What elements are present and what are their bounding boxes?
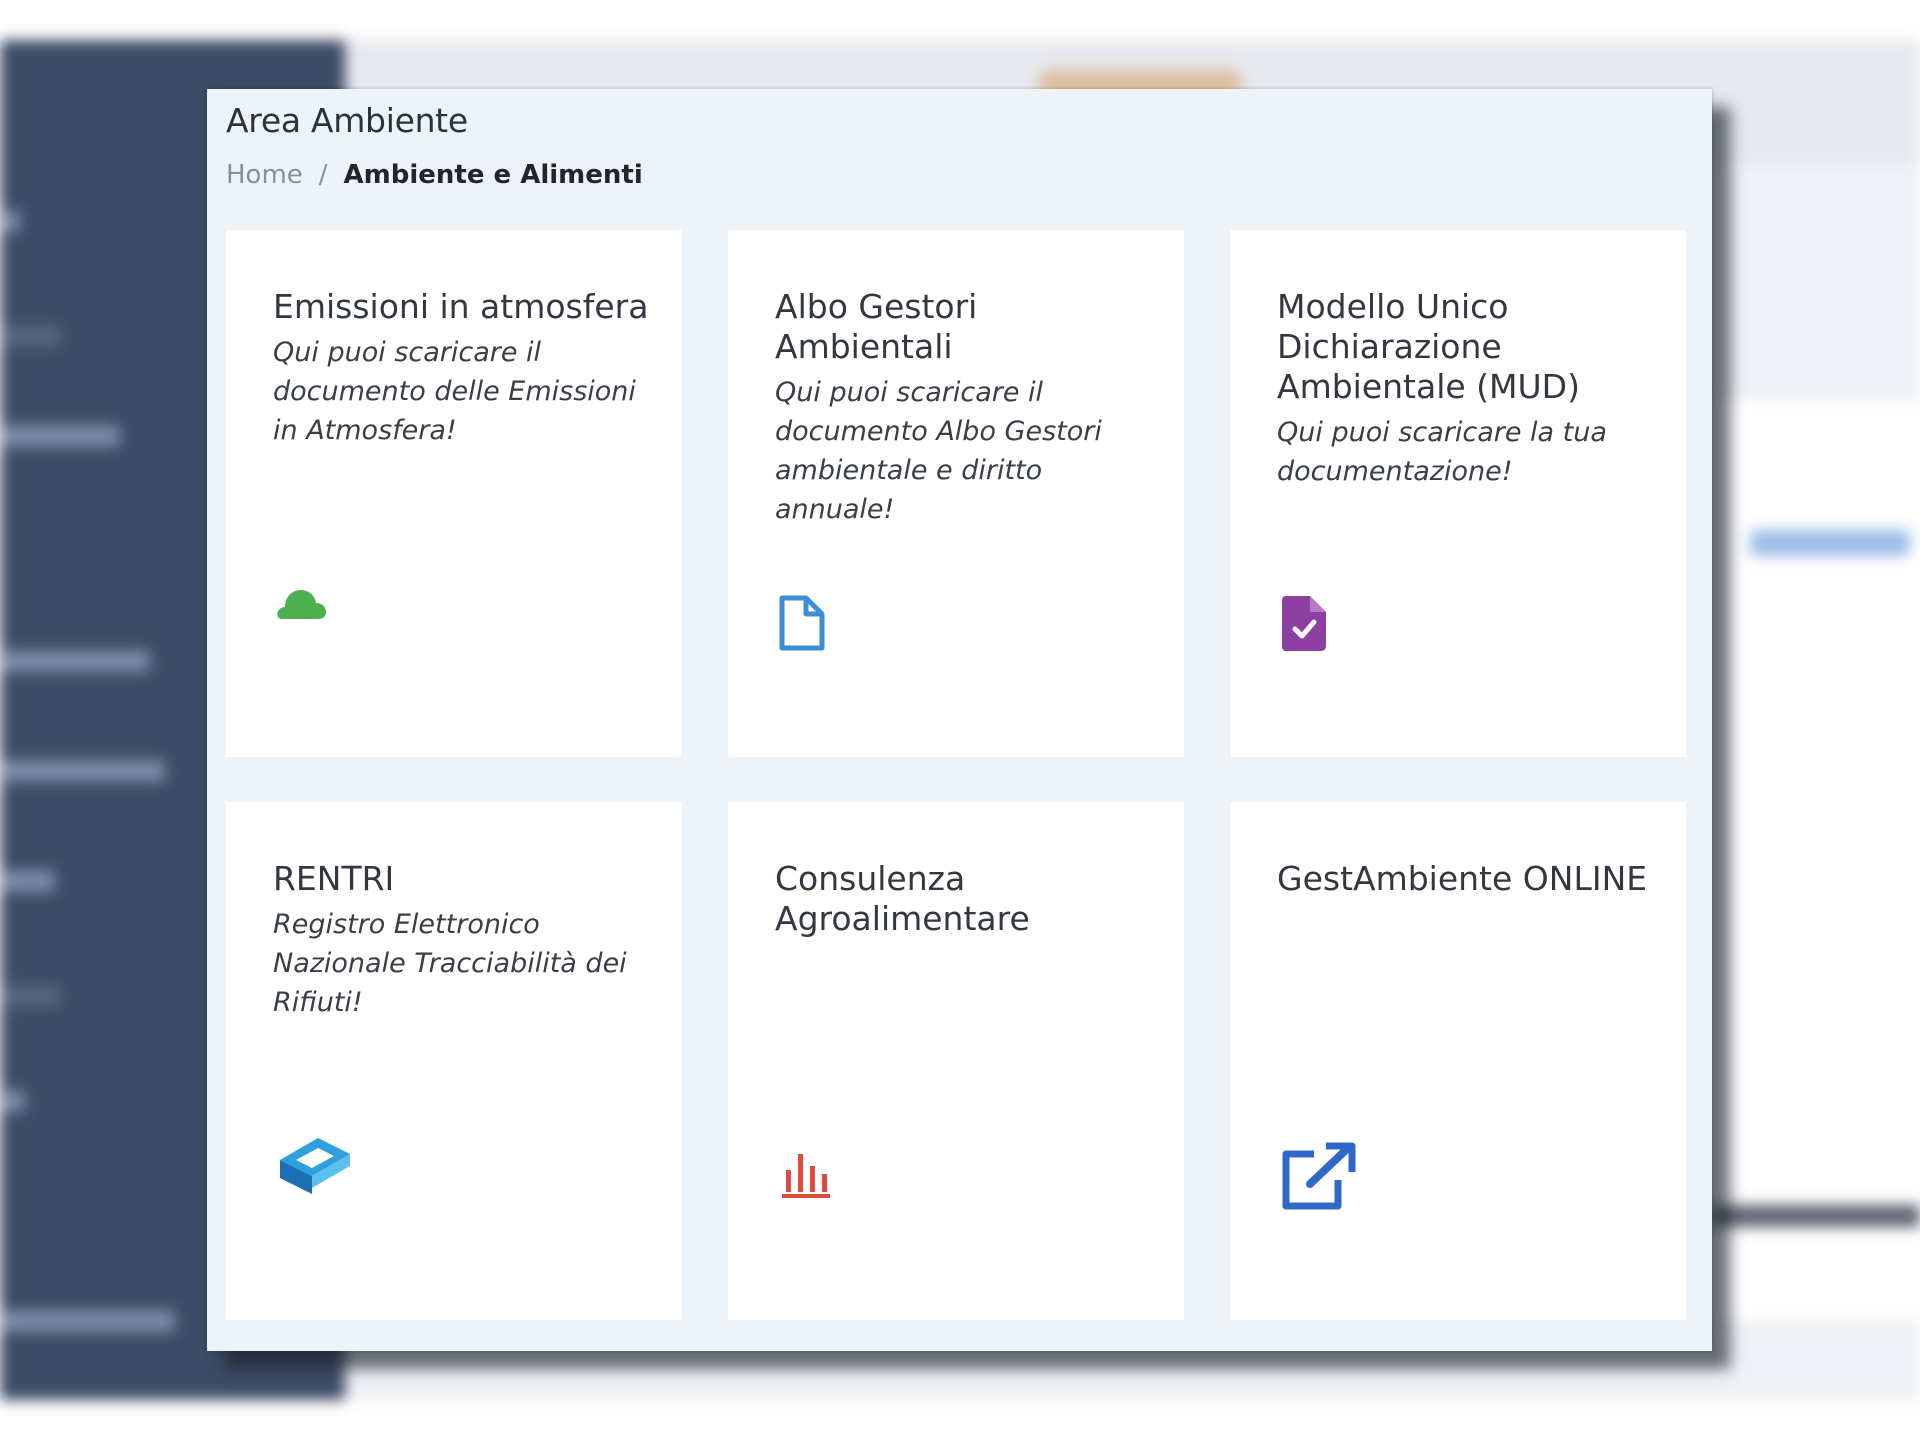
breadcrumb-home-link[interactable]: Home: [226, 160, 303, 190]
card-description: Qui puoi scaricare il documento Albo Ges…: [775, 377, 1102, 525]
modal-title: Area Ambiente: [226, 101, 468, 140]
card-mud[interactable]: Modello Unico Dichiarazione Ambientale (…: [1230, 230, 1686, 757]
breadcrumb-current: Ambiente e Alimenti: [343, 160, 643, 190]
rentri-logo-icon: [276, 1132, 356, 1196]
file-icon: [778, 594, 826, 652]
cloud-icon: [276, 585, 328, 621]
card-title: Modello Unico Dichiarazione Ambientale (…: [1277, 287, 1580, 406]
card-gestambiente-online[interactable]: GestAmbiente ONLINE: [1230, 802, 1686, 1320]
breadcrumb-separator: /: [318, 160, 328, 190]
background-link: [1750, 530, 1910, 556]
card-title: Emissioni in atmosfera: [273, 287, 649, 326]
card-title: Albo Gestori Ambientali: [775, 287, 978, 366]
card-title: RENTRI: [273, 859, 395, 898]
breadcrumb: Home / Ambiente e Alimenti: [226, 160, 643, 190]
card-rentri[interactable]: RENTRI Registro Elettronico Nazionale Tr…: [226, 802, 682, 1320]
card-description: Qui puoi scaricare la tua documentazione…: [1277, 417, 1607, 487]
file-check-icon: [1280, 594, 1328, 652]
card-description: Qui puoi scaricare il documento delle Em…: [273, 337, 636, 446]
card-consulenza-agroalimentare[interactable]: Consulenza Agroalimentare: [728, 802, 1184, 1320]
card-albo-gestori[interactable]: Albo Gestori Ambientali Qui puoi scarica…: [728, 230, 1184, 757]
card-description: Registro Elettronico Nazionale Tracciabi…: [273, 909, 627, 1018]
card-emissioni-atmosfera[interactable]: Emissioni in atmosfera Qui puoi scaricar…: [226, 230, 682, 757]
external-link-icon: [1280, 1142, 1358, 1212]
card-title: Consulenza Agroalimentare: [775, 859, 1030, 938]
bar-chart-icon: [778, 1150, 832, 1200]
background-divider: [1710, 1205, 1920, 1227]
card-title: GestAmbiente ONLINE: [1277, 859, 1648, 898]
area-ambiente-modal: Area Ambiente Home / Ambiente e Alimenti…: [207, 89, 1712, 1351]
